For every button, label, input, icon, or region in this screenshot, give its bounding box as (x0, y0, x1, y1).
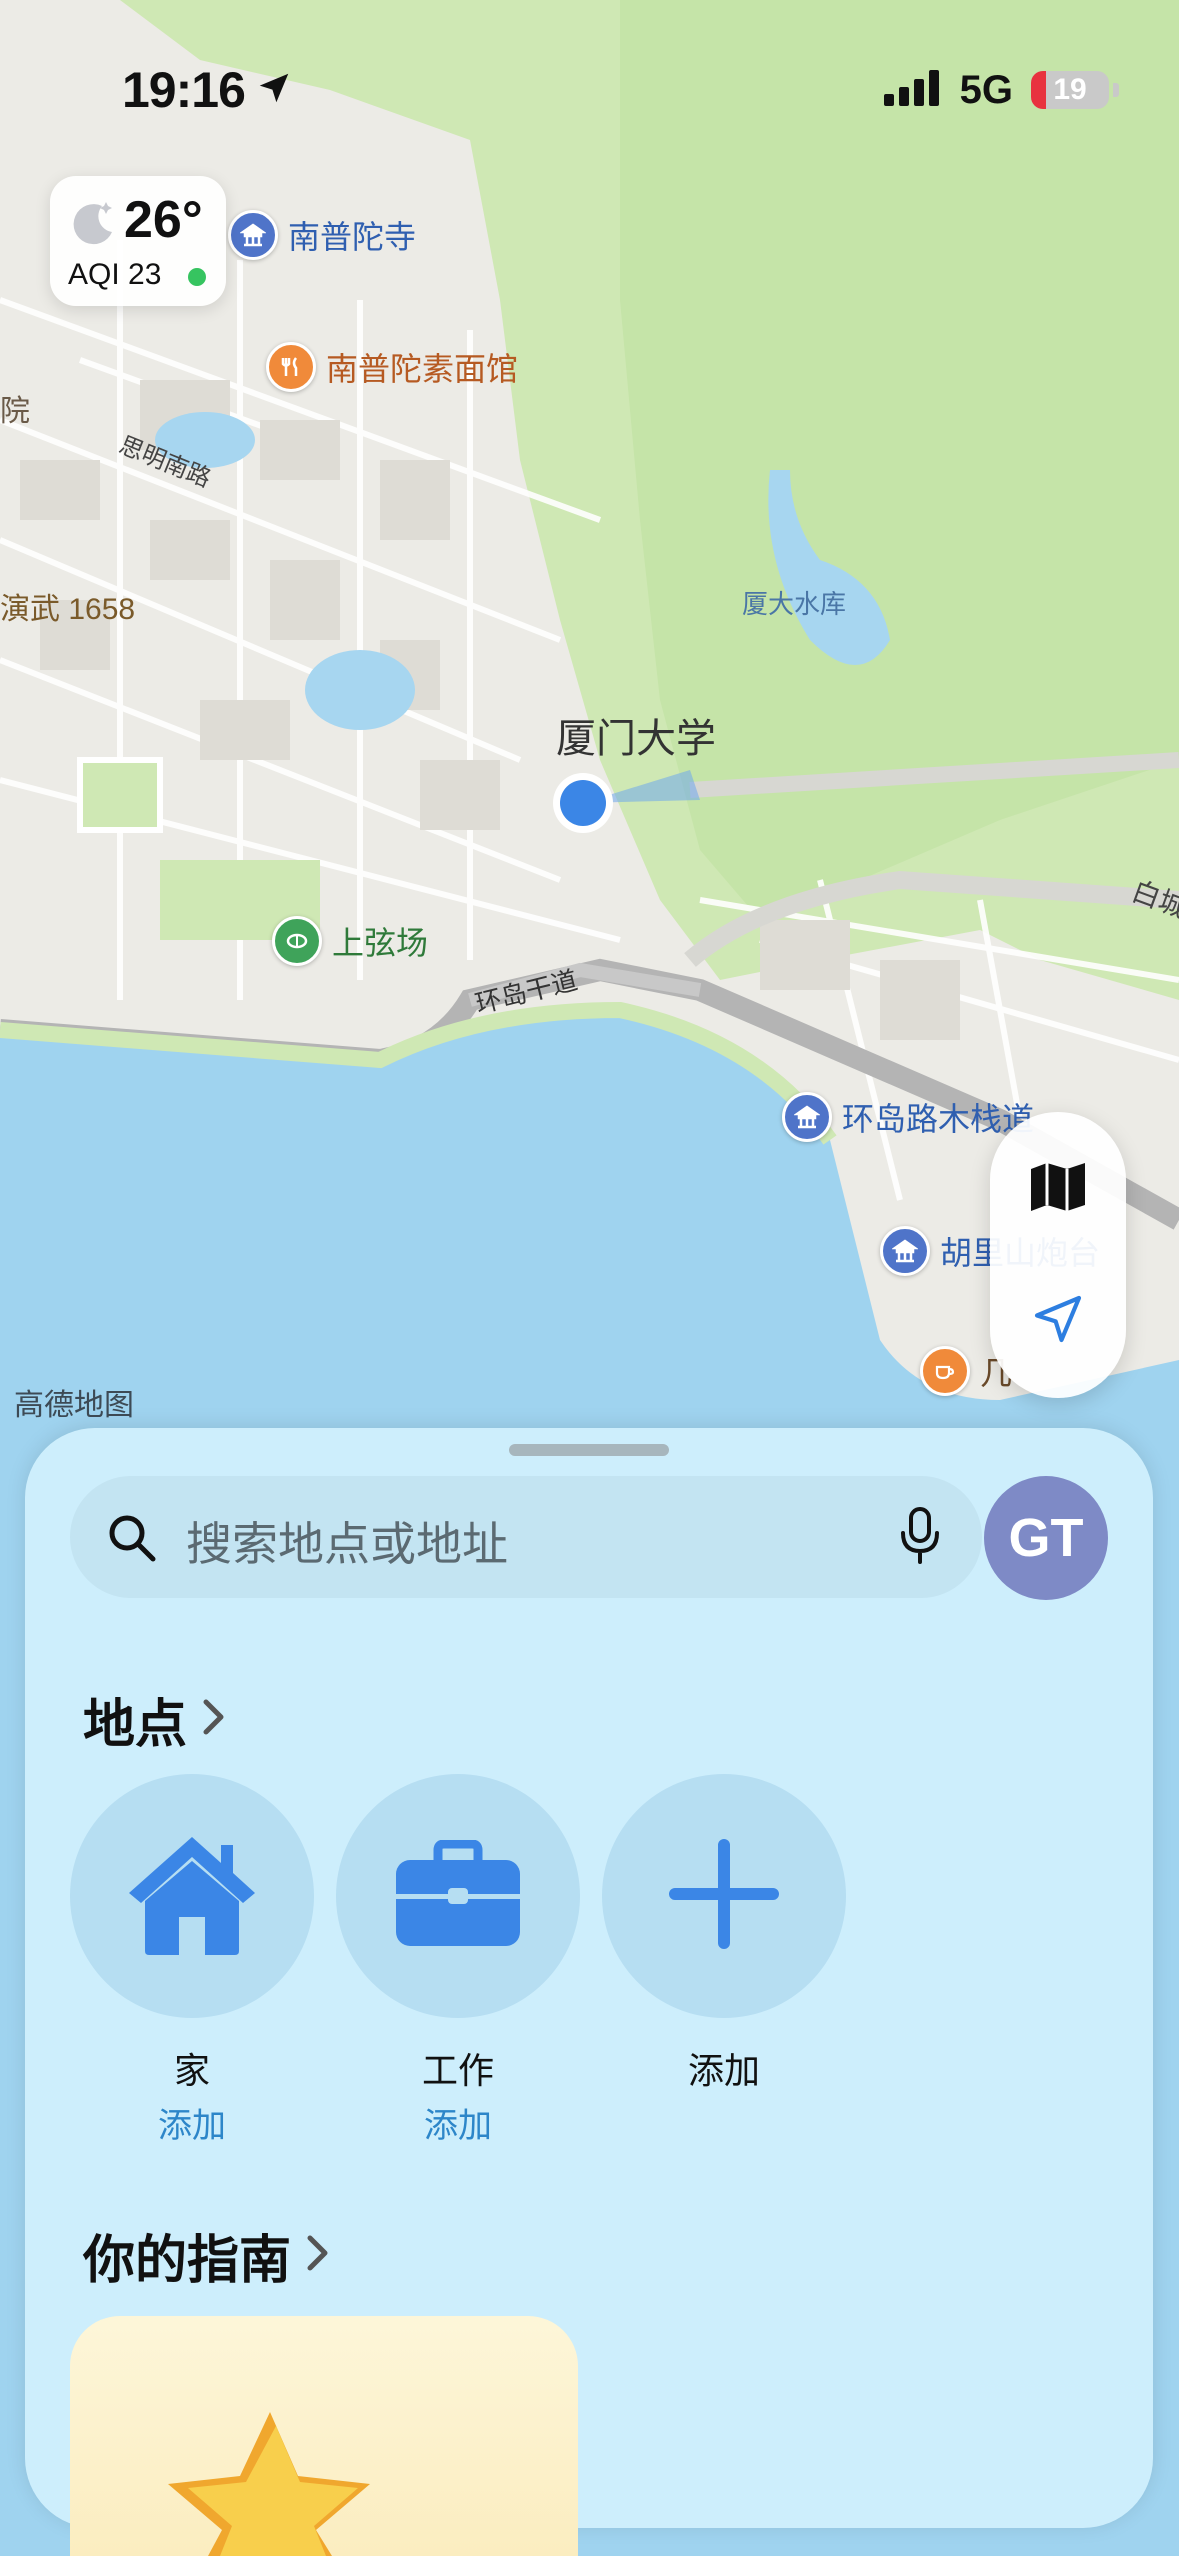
poi-vegetarian-restaurant[interactable]: 南普陀素面馆 (266, 342, 518, 392)
status-indicators: 5G 19 (883, 60, 1119, 120)
search-input[interactable]: 搜索地点或地址 (186, 1508, 508, 1574)
map-label-university[interactable]: 厦门大学 (556, 706, 716, 764)
status-time: 19:16 (122, 60, 293, 120)
battery-level (1031, 71, 1046, 109)
map-label-yuan: 院 (0, 395, 30, 428)
battery-percent: 19 (1053, 73, 1087, 106)
place-add[interactable]: 添加 (602, 1774, 846, 2094)
place-add-link[interactable]: 添加 (336, 2098, 580, 2147)
guides-title: 你的指南 (83, 2232, 292, 2290)
locate-me-button[interactable] (990, 1256, 1126, 1386)
location-arrow-icon (255, 61, 293, 119)
network-type: 5G (959, 67, 1013, 112)
search-icon (106, 1512, 158, 1569)
microphone-icon[interactable] (898, 1506, 942, 1571)
places-header[interactable]: 地点 (83, 1682, 227, 1757)
place-add-circle[interactable] (602, 1774, 846, 2018)
place-name: 添加 (687, 2050, 760, 2091)
home-icon (121, 1831, 263, 1962)
poi-label: 南普陀寺 (288, 219, 417, 255)
place-work-circle[interactable] (336, 1774, 580, 2018)
battery-icon: 19 (1031, 71, 1109, 109)
poi-label: 上弦场 (332, 925, 429, 961)
place-home[interactable]: 家 添加 (70, 1774, 314, 2147)
poi-shangxian[interactable]: 上弦场 (272, 916, 428, 966)
temperature: 26° (124, 191, 203, 249)
poi-label: 南普陀素面馆 (326, 351, 519, 387)
place-work[interactable]: 工作 添加 (336, 1774, 580, 2147)
map-label-yanwu: 演武 1658 (0, 593, 136, 626)
place-name: 家 (173, 2050, 210, 2091)
map-mode-button[interactable] (990, 1124, 1126, 1254)
moon-stars-icon (68, 196, 118, 251)
location-arrow-icon (1030, 1291, 1086, 1352)
coffee-icon (920, 1346, 970, 1396)
search-bar[interactable]: 搜索地点或地址 (70, 1476, 982, 1598)
map-label-reservoir: 厦大水库 (742, 589, 847, 619)
briefcase-icon (394, 1839, 522, 1953)
bottom-sheet[interactable]: 搜索地点或地址 GT 地点 家 添加 工作 添加 添加 你的指南 (25, 1428, 1153, 2556)
plus-icon (669, 1838, 779, 1954)
temple-icon (782, 1092, 832, 1142)
map-controls (990, 1112, 1126, 1398)
status-time-text: 19:16 (122, 62, 246, 118)
places-title: 地点 (83, 1696, 188, 1754)
map-provider-logo: 高德地图 (14, 1389, 134, 1422)
guides-header[interactable]: 你的指南 (83, 2218, 331, 2293)
battery-cap (1113, 83, 1119, 97)
guide-card[interactable] (70, 2316, 578, 2556)
fork-knife-icon (266, 342, 316, 392)
stadium-icon (272, 916, 322, 966)
avatar[interactable]: GT (984, 1476, 1108, 1600)
cellular-signal-icon (883, 69, 942, 111)
place-add-link[interactable]: 添加 (70, 2098, 314, 2147)
temple-icon (880, 1226, 930, 1276)
map-icon (1029, 1161, 1087, 1218)
chevron-right-icon (305, 2226, 331, 2286)
place-home-circle[interactable] (70, 1774, 314, 2018)
sheet-grabber[interactable] (509, 1444, 669, 1456)
aqi-status-dot (188, 268, 206, 286)
weather-widget[interactable]: 26° AQI 23 (50, 176, 226, 306)
chevron-right-icon (201, 1690, 227, 1750)
temple-icon (228, 210, 278, 260)
aqi-value: AQI 23 (68, 258, 162, 291)
poi-nanputuo-temple[interactable]: 南普陀寺 (228, 210, 416, 260)
place-name: 工作 (421, 2050, 494, 2091)
